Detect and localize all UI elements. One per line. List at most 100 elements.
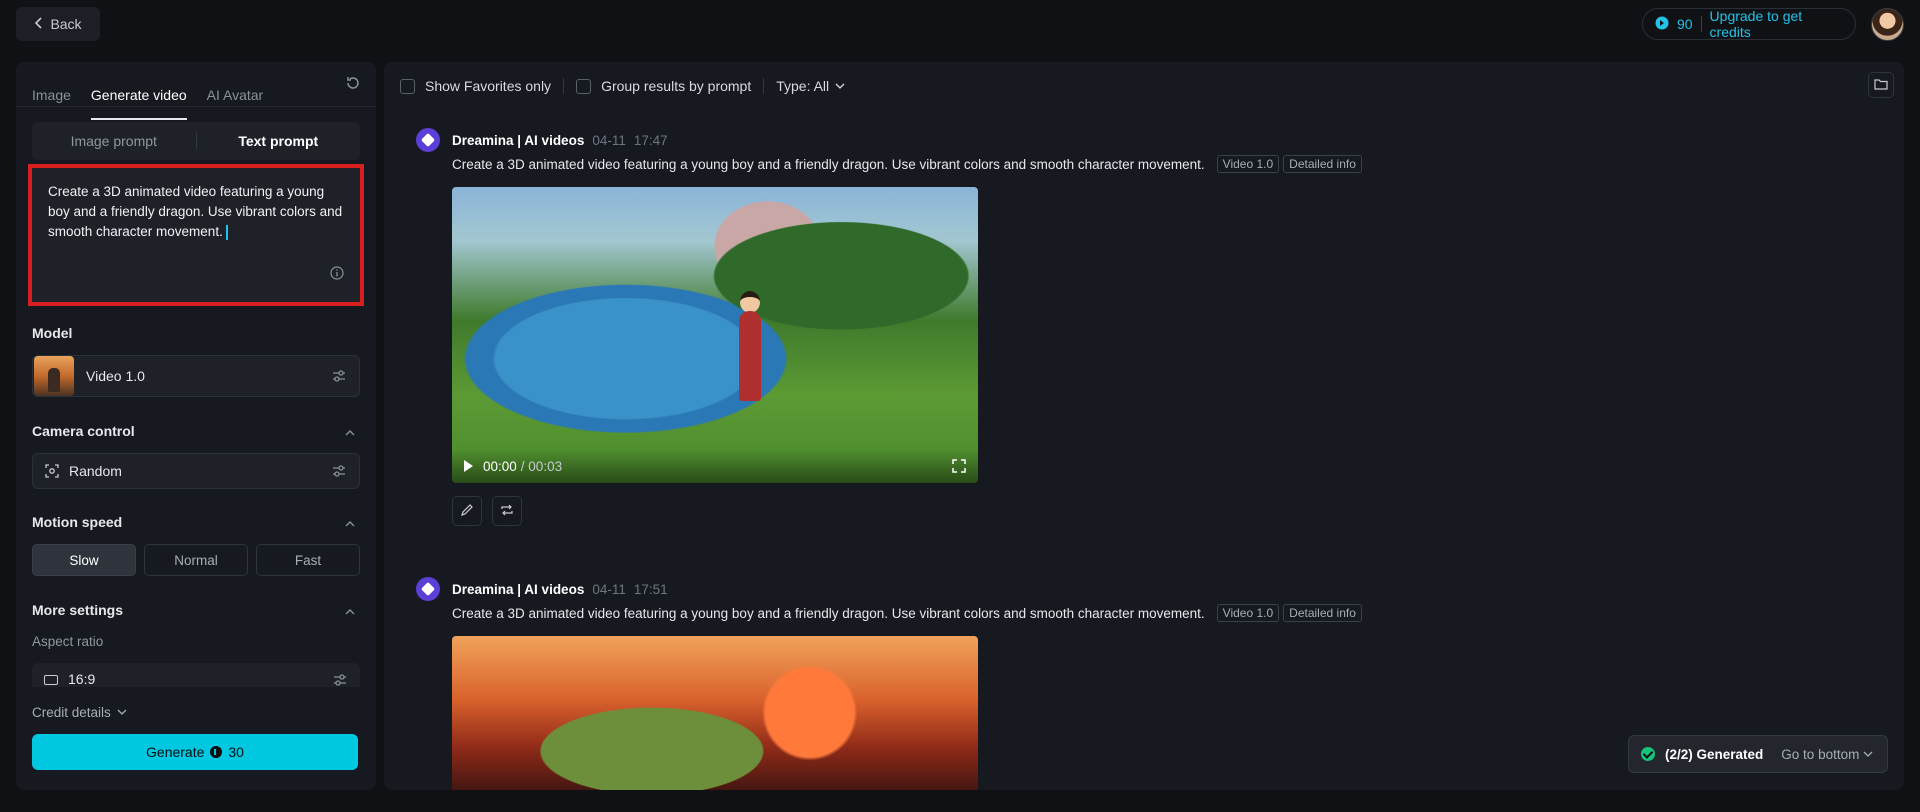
edit-button[interactable]: [452, 496, 482, 526]
credit-coin-icon: [1655, 16, 1669, 33]
video-player[interactable]: [452, 636, 978, 790]
play-icon[interactable]: [464, 460, 473, 472]
favorites-checkbox[interactable]: [400, 78, 415, 94]
model-select[interactable]: Video 1.0: [32, 355, 360, 397]
aspect-value: 16:9: [68, 671, 96, 687]
detailed-info-tag[interactable]: Detailed info: [1283, 604, 1362, 622]
post-header: Dreamina | AI videos 04-11 17:47: [416, 128, 668, 152]
post-date: 04-11: [592, 132, 626, 148]
boy-figure: [739, 311, 761, 401]
generate-label: Generate: [146, 744, 205, 760]
model-tag[interactable]: Video 1.0: [1216, 155, 1280, 173]
aspect-ratio-select[interactable]: 16:9: [32, 663, 360, 687]
video-controls: 00:00 / 00:03: [452, 449, 978, 483]
speed-fast-button[interactable]: Fast: [256, 544, 360, 576]
chevron-down-icon: [835, 78, 845, 94]
generate-button[interactable]: Generate 30: [32, 734, 358, 770]
repeat-icon: [500, 503, 514, 520]
camera-control-select[interactable]: Random: [32, 453, 360, 489]
tab-generate-video[interactable]: Generate video: [90, 74, 187, 120]
sliders-icon[interactable]: [331, 463, 347, 479]
sliders-icon[interactable]: [332, 672, 348, 687]
motion-speed-options: Slow Normal Fast: [32, 544, 360, 576]
favorites-filter[interactable]: Show Favorites only: [400, 78, 551, 94]
model-title: Model: [32, 325, 73, 341]
model-thumbnail: [34, 356, 74, 396]
dreamina-logo-icon: [416, 577, 440, 601]
post-prompt-row: Create a 3D animated video featuring a y…: [452, 604, 1362, 622]
folder-button[interactable]: [1868, 72, 1894, 98]
chevron-up-icon[interactable]: [344, 426, 356, 438]
post-author: Dreamina | AI videos: [452, 132, 585, 148]
chevron-down-icon: [117, 705, 127, 720]
video-current-time: 00:00: [483, 458, 517, 474]
chevron-up-icon[interactable]: [344, 605, 356, 617]
tabs-divider: [16, 106, 376, 107]
prompt-mode-toggle: Image prompt Text prompt: [32, 122, 360, 160]
go-to-bottom-label: Go to bottom: [1781, 746, 1860, 762]
chevron-left-icon: [34, 16, 44, 32]
post-prompt-row: Create a 3D animated video featuring a y…: [452, 155, 1362, 173]
generated-count: (2/2) Generated: [1665, 746, 1764, 762]
text-caret: [225, 224, 228, 240]
filter-divider: [763, 78, 765, 94]
user-avatar[interactable]: [1871, 8, 1904, 41]
group-checkbox[interactable]: [576, 78, 592, 94]
prompt-text: Create a 3D animated video featuring a y…: [48, 184, 343, 239]
pencil-icon: [460, 503, 474, 520]
type-label: Type: All: [776, 78, 830, 94]
sliders-icon[interactable]: [331, 368, 347, 384]
boy-figure-head: [740, 291, 760, 313]
prompt-textarea[interactable]: Create a 3D animated video featuring a y…: [28, 164, 364, 306]
chevron-down-icon: [1863, 747, 1873, 762]
post-prompt: Create a 3D animated video featuring a y…: [452, 156, 1205, 172]
group-filter[interactable]: Group results by prompt: [576, 78, 751, 94]
reset-icon[interactable]: [344, 74, 362, 92]
filter-divider: [563, 78, 565, 94]
post-author: Dreamina | AI videos: [452, 581, 585, 597]
speed-normal-button[interactable]: Normal: [144, 544, 248, 576]
camera-focus-icon: [45, 464, 59, 478]
credits-count: 90: [1677, 16, 1693, 32]
aspect-ratio-label: Aspect ratio: [32, 634, 104, 649]
regenerate-button[interactable]: [492, 496, 522, 526]
type-dropdown[interactable]: Type: All: [776, 78, 845, 94]
video-duration: / 00:03: [520, 458, 563, 474]
post-time: 17:47: [633, 132, 668, 148]
detailed-info-tag[interactable]: Detailed info: [1283, 155, 1362, 173]
post-prompt: Create a 3D animated video featuring a y…: [452, 605, 1205, 621]
check-circle-icon: [1641, 747, 1655, 761]
back-button[interactable]: Back: [16, 7, 100, 41]
credit-coin-icon: [210, 746, 223, 758]
filter-bar: Show Favorites only Group results by pro…: [400, 74, 845, 98]
fullscreen-icon[interactable]: [952, 459, 966, 473]
camera-control-title: Camera control: [32, 423, 135, 439]
video-player[interactable]: 00:00 / 00:03: [452, 187, 978, 483]
text-prompt-option[interactable]: Text prompt: [197, 133, 361, 149]
prompt-text-wrap: Create a 3D animated video featuring a y…: [48, 182, 344, 242]
generation-status-toast: (2/2) Generated Go to bottom: [1628, 735, 1888, 773]
credits-pill[interactable]: 90 Upgrade to get credits: [1642, 8, 1856, 40]
post-header: Dreamina | AI videos 04-11 17:51: [416, 577, 668, 601]
credit-details-toggle[interactable]: Credit details: [32, 705, 127, 720]
model-tag[interactable]: Video 1.0: [1216, 604, 1280, 622]
aspect-ratio-icon: [44, 675, 58, 685]
group-label: Group results by prompt: [601, 78, 752, 94]
tab-ai-avatar[interactable]: AI Avatar: [207, 74, 264, 118]
camera-value: Random: [69, 463, 122, 479]
post-date: 04-11: [592, 581, 626, 597]
motion-speed-title: Motion speed: [32, 514, 123, 530]
back-label: Back: [50, 16, 82, 32]
favorites-label: Show Favorites only: [425, 78, 552, 94]
info-icon[interactable]: [330, 266, 344, 280]
image-prompt-option[interactable]: Image prompt: [32, 133, 196, 149]
go-to-bottom-button[interactable]: Go to bottom: [1781, 747, 1873, 762]
chevron-up-icon[interactable]: [344, 517, 356, 529]
post-time: 17:51: [633, 581, 668, 597]
tab-image[interactable]: Image: [32, 74, 71, 118]
speed-slow-button[interactable]: Slow: [32, 544, 136, 576]
folder-icon: [1874, 77, 1888, 93]
left-panel: Image Generate video AI Avatar Image pro…: [16, 62, 376, 790]
generate-cost: 30: [228, 744, 244, 760]
upgrade-link[interactable]: Upgrade to get credits: [1710, 8, 1843, 40]
